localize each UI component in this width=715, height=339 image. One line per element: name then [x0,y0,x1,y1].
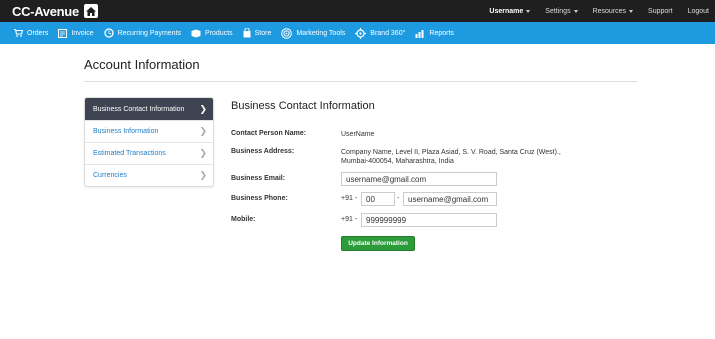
username-label: Username [489,7,524,15]
address-line-2: Mumbai-400054, Maharashtra, India [341,158,454,165]
contact-person-value: UserName [341,131,375,138]
nav-orders-label: Orders [27,29,49,37]
store-bag-icon [243,28,251,38]
chevron-right-icon: ❯ [199,126,207,136]
username-menu[interactable]: Username [489,7,531,15]
sidebar-item-currencies[interactable]: Currencies ❯ [85,164,213,186]
settings-label: Settings [545,7,571,15]
brand-logo[interactable]: CC-Avenue [12,3,98,19]
mobile-country-code: +91 - [341,216,358,223]
nav-invoice-label: Invoice [71,29,94,37]
target-icon [281,27,293,39]
chevron-down-icon [573,9,578,13]
brand-name: CC-Avenue [12,3,79,19]
main-nav: Orders Invoice Recurring Payments Produc… [0,22,715,44]
address-label: Business Address: [231,148,295,155]
phone-area-code-field[interactable]: 00 [361,192,395,206]
nav-recurring-label: Recurring Payments [117,29,182,37]
phone-label: Business Phone: [231,195,288,202]
page-title: Account Information [84,57,200,72]
nav-products-label: Products [205,29,233,37]
nav-brand-360[interactable]: Brand 360° [355,27,406,39]
top-nav: Username Settings Resources Support Logo… [474,0,709,22]
products-icon [191,29,201,37]
sidebar-item-business-information[interactable]: Business Information ❯ [85,120,213,142]
nav-marketing-tools[interactable]: Marketing Tools [281,27,346,39]
update-information-button[interactable]: Update Information [341,236,415,251]
nav-invoice[interactable]: Invoice [58,28,94,38]
title-divider [84,81,637,82]
email-field[interactable]: username@gmail.com [341,172,497,186]
sidebar-item-label: Estimated Transactions [93,150,166,157]
email-label: Business Email: [231,175,286,182]
phone-country-code: +91 - [341,195,358,202]
nav-brand-360-label: Brand 360° [370,29,406,37]
nav-store-label: Store [254,29,272,37]
invoice-icon [58,28,68,38]
nav-orders[interactable]: Orders [14,29,48,37]
chevron-right-icon: ❯ [199,148,207,158]
contact-person-label: Contact Person Name: [231,130,307,137]
nav-store[interactable]: Store [243,28,272,38]
support-link[interactable]: Support [648,8,673,15]
top-bar: CC-Avenue Username Settings Resources Su… [0,0,715,22]
logout-link[interactable]: Logout [688,8,709,15]
sidebar-item-label: Business Information [93,128,159,135]
cart-icon [14,29,23,37]
sidebar-item-label: Business Contact Information [93,105,185,113]
section-title: Business Contact Information [231,100,375,112]
phone-number-field[interactable]: username@gmail.com [403,192,497,206]
settings-menu[interactable]: Settings [545,7,578,15]
resources-menu[interactable]: Resources [592,7,634,15]
mobile-field[interactable]: 999999999 [361,213,497,227]
recurring-icon [103,28,114,38]
brand-360-icon [355,27,367,39]
nav-reports[interactable]: Reports [415,29,454,38]
sidebar-item-label: Currencies [93,172,127,179]
sidebar-item-business-contact[interactable]: Business Contact Information ❯ [85,98,213,120]
account-sidebar: Business Contact Information ❯ Business … [84,97,214,187]
nav-recurring-payments[interactable]: Recurring Payments [103,28,182,38]
mobile-label: Mobile: [231,216,256,223]
phone-separator: - [397,195,400,202]
home-icon[interactable] [83,4,98,18]
nav-reports-label: Reports [429,29,454,37]
chevron-down-icon [629,9,634,13]
nav-marketing-label: Marketing Tools [296,29,346,37]
reports-chart-icon [415,29,424,38]
sidebar-item-estimated-transactions[interactable]: Estimated Transactions ❯ [85,142,213,164]
nav-products[interactable]: Products [191,29,233,38]
resources-label: Resources [592,7,627,15]
chevron-right-icon: ❯ [199,103,207,114]
chevron-down-icon [526,9,531,13]
chevron-right-icon: ❯ [199,170,207,180]
